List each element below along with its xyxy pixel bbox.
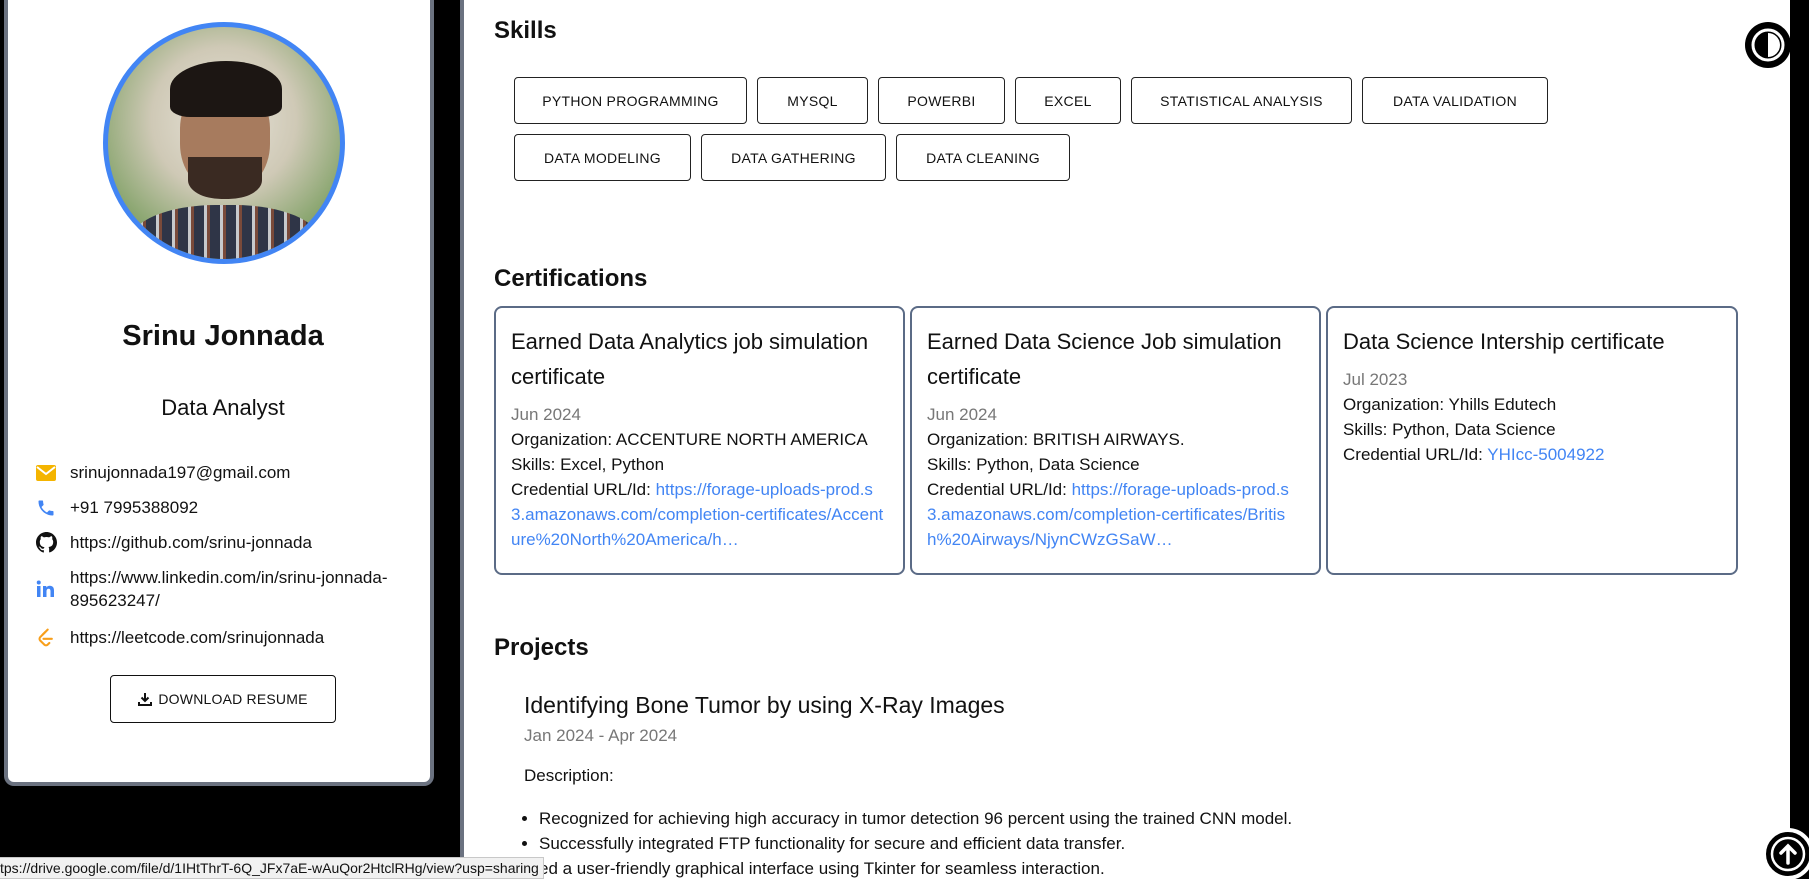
certification-card: Earned Data Analytics job simulation cer… xyxy=(494,306,905,575)
skills-heading: Skills xyxy=(494,17,557,44)
cert-title: Earned Data Analytics job simulation cer… xyxy=(511,329,869,389)
project-date: Jan 2024 - Apr 2024 xyxy=(524,726,678,745)
theme-toggle-button[interactable] xyxy=(1745,22,1791,68)
page: Srinu Jonnada Data Analyst srinujonnada1… xyxy=(0,0,1809,879)
cert-title: Earned Data Science Job simulation certi… xyxy=(927,329,1282,389)
cert-date: Jun 2024 xyxy=(511,405,581,424)
skill-chip[interactable]: DATA CLEANING xyxy=(896,134,1070,181)
avatar-beard xyxy=(188,157,262,199)
leetcode-icon xyxy=(36,626,62,649)
cert-credential: Credential URL/Id: YHIcc-5004922 xyxy=(1343,442,1720,467)
avatar-hair xyxy=(170,61,282,117)
cert-credential-label: Credential URL/Id: xyxy=(1343,445,1483,464)
skill-chip[interactable]: MYSQL xyxy=(757,77,868,124)
cert-credential-link[interactable]: YHIcc-5004922 xyxy=(1487,445,1604,464)
cert-title: Data Science Intership certificate xyxy=(1343,329,1665,354)
project-description-label: Description: xyxy=(524,766,614,785)
leetcode-text: https://leetcode.com/srinujonnada xyxy=(70,628,325,647)
profile-title: Data Analyst xyxy=(161,395,285,420)
contact-linkedin[interactable]: https://www.linkedin.com/in/srinu-jonnad… xyxy=(36,566,415,612)
contact-email[interactable]: srinujonnada197@gmail.com xyxy=(36,461,410,484)
cert-organization: Organization: Yhills Edutech xyxy=(1343,395,1557,414)
skill-chip[interactable]: STATISTICAL ANALYSIS xyxy=(1131,77,1352,124)
project-bullets: Recognized for achieving high accuracy i… xyxy=(539,806,1292,879)
certifications-heading: Certifications xyxy=(494,265,648,292)
cert-credential-label: Credential URL/Id: xyxy=(511,480,651,499)
contrast-icon xyxy=(1751,28,1785,62)
contact-leetcode[interactable]: https://leetcode.com/srinujonnada xyxy=(36,626,410,649)
project-title: Identifying Bone Tumor by using X-Ray Im… xyxy=(524,692,1005,718)
list-item: Recognized for achieving high accuracy i… xyxy=(539,806,1292,831)
github-icon xyxy=(36,531,62,554)
list-item: Successfully integrated FTP functionalit… xyxy=(539,831,1292,856)
cert-skills: Skills: Excel, Python xyxy=(511,455,665,474)
status-bar-url: tps://drive.google.com/file/d/1IHtThrT-6… xyxy=(0,857,544,879)
contact-github[interactable]: https://github.com/srinu-jonnada xyxy=(36,531,410,554)
cert-credential: Credential URL/Id: https://forage-upload… xyxy=(927,477,1303,552)
avatar-shirt xyxy=(130,205,320,259)
certification-card: Data Science Intership certificate Jul 2… xyxy=(1326,306,1738,575)
certification-card: Earned Data Science Job simulation certi… xyxy=(910,306,1321,575)
cert-credential-label: Credential URL/Id: xyxy=(927,480,1067,499)
cert-date: Jun 2024 xyxy=(927,405,997,424)
skill-chip[interactable]: DATA GATHERING xyxy=(701,134,886,181)
cert-skills: Skills: Python, Data Science xyxy=(927,455,1140,474)
main-content: Skills PYTHON PROGRAMMING MYSQL POWERBI … xyxy=(460,0,1790,879)
cert-date: Jul 2023 xyxy=(1343,370,1408,389)
linkedin-text: https://www.linkedin.com/in/srinu-jonnad… xyxy=(70,568,388,610)
download-resume-label: DOWNLOAD RESUME xyxy=(158,691,308,707)
skill-chip[interactable]: PYTHON PROGRAMMING xyxy=(514,77,747,124)
scroll-to-top-button[interactable] xyxy=(1762,828,1809,879)
cert-skills: Skills: Python, Data Science xyxy=(1343,420,1556,439)
phone-text: +91 7995388092 xyxy=(70,498,199,517)
profile-sidebar: Srinu Jonnada Data Analyst srinujonnada1… xyxy=(4,0,434,786)
email-text: srinujonnada197@gmail.com xyxy=(70,463,291,482)
profile-name: Srinu Jonnada xyxy=(122,320,324,352)
skill-chip[interactable]: EXCEL xyxy=(1015,77,1121,124)
cert-credential: Credential URL/Id: https://forage-upload… xyxy=(511,477,887,552)
email-icon xyxy=(36,461,62,484)
cert-organization: Organization: ACCENTURE NORTH AMERICA xyxy=(511,430,868,449)
projects-heading: Projects xyxy=(494,634,589,661)
skill-chip[interactable]: DATA VALIDATION xyxy=(1362,77,1548,124)
phone-icon xyxy=(36,496,62,519)
contact-phone[interactable]: +91 7995388092 xyxy=(36,496,410,519)
skill-chip[interactable]: DATA MODELING xyxy=(514,134,691,181)
linkedin-icon xyxy=(36,566,62,612)
download-resume-button[interactable]: DOWNLOAD RESUME xyxy=(110,675,336,723)
download-icon xyxy=(138,693,153,706)
list-item: ed a user-friendly graphical interface u… xyxy=(539,856,1292,879)
cert-organization: Organization: BRITISH AIRWAYS. xyxy=(927,430,1185,449)
skill-chip[interactable]: POWERBI xyxy=(878,77,1005,124)
avatar xyxy=(103,22,345,264)
github-text: https://github.com/srinu-jonnada xyxy=(70,533,312,552)
arrow-up-icon xyxy=(1770,836,1806,872)
